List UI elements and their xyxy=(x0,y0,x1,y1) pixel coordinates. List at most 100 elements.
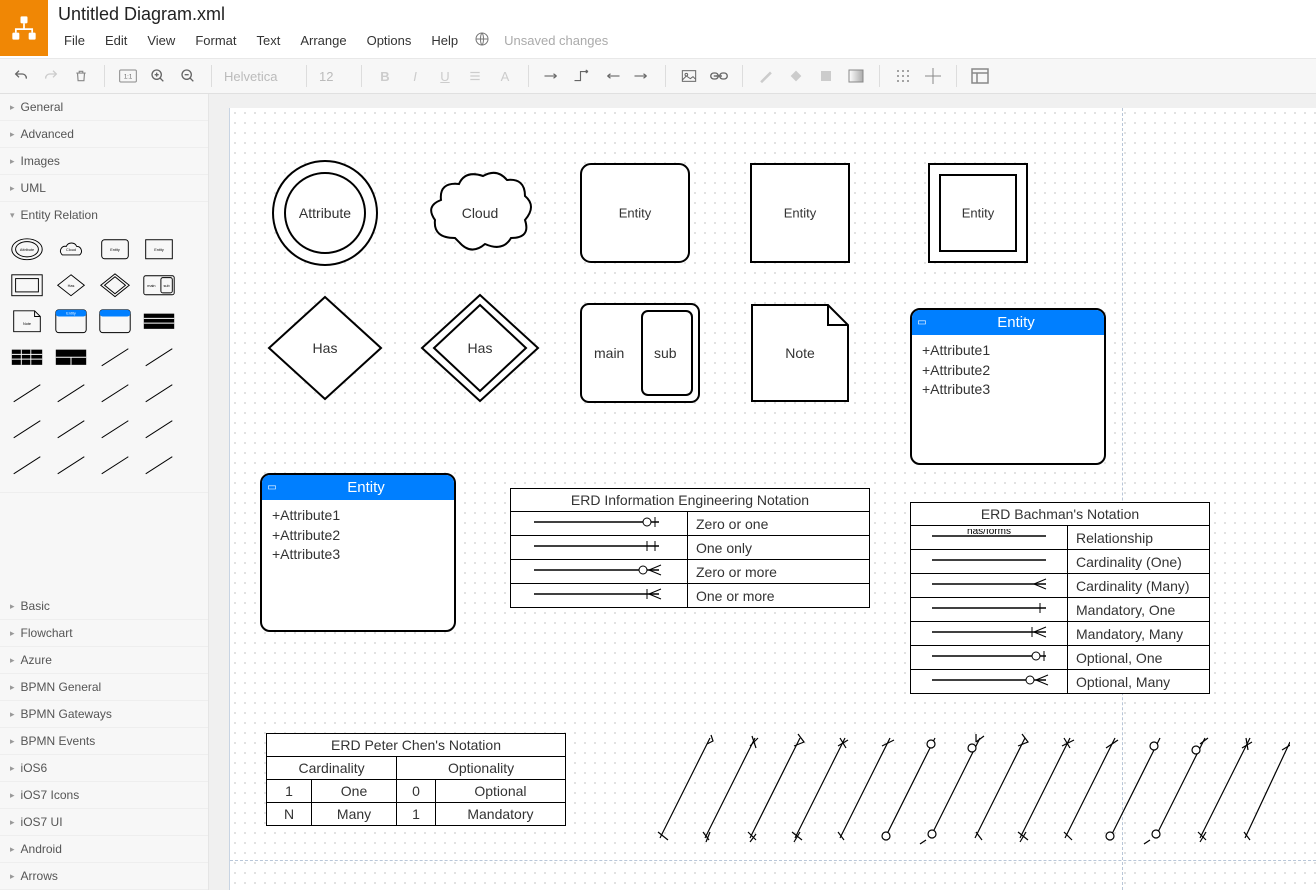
align-button[interactable] xyxy=(462,63,488,89)
palette-ios7-icons[interactable]: iOS7 Icons xyxy=(0,782,208,809)
canvas-area[interactable]: Attribute Cloud Entity Entity Entity xyxy=(215,94,1316,890)
thumb-black-halfgrid[interactable] xyxy=(50,340,92,374)
menu-file[interactable]: File xyxy=(54,29,95,52)
thumb-entity-rounded[interactable]: Entity xyxy=(94,232,136,266)
thumb-line-14[interactable] xyxy=(138,448,180,482)
underline-button[interactable]: U xyxy=(432,63,458,89)
shape-entity-table-1[interactable]: ▭Entity +Attribute1 +Attribute2 +Attribu… xyxy=(910,308,1106,465)
palette-azure[interactable]: Azure xyxy=(0,647,208,674)
arrow-start-button[interactable] xyxy=(599,63,625,89)
thumb-attribute[interactable]: Attribute xyxy=(6,232,48,266)
shape-has-double-diamond[interactable]: Has xyxy=(420,293,540,403)
palette-basic[interactable]: Basic xyxy=(0,593,208,620)
thumb-black-table[interactable] xyxy=(138,304,180,338)
shape-connector-lines[interactable] xyxy=(650,728,1290,848)
palette-ios6[interactable]: iOS6 xyxy=(0,755,208,782)
thumb-entity-double[interactable] xyxy=(6,268,48,302)
thumb-line-13[interactable] xyxy=(94,448,136,482)
palette-bpmn-general[interactable]: BPMN General xyxy=(0,674,208,701)
palette-general[interactable]: General xyxy=(0,94,208,121)
line-color-button[interactable] xyxy=(753,63,779,89)
menu-edit[interactable]: Edit xyxy=(95,29,137,52)
app-logo[interactable] xyxy=(0,0,48,56)
palette-images[interactable]: Images xyxy=(0,148,208,175)
shape-erd-chen-notation[interactable]: ERD Peter Chen's Notation CardinalityOpt… xyxy=(266,733,566,826)
thumb-line-8[interactable] xyxy=(50,412,92,446)
palette-arrows[interactable]: Arrows xyxy=(0,863,208,890)
thumb-line-3[interactable] xyxy=(6,376,48,410)
thumb-entity-table-blue2[interactable] xyxy=(94,304,136,338)
delete-button[interactable] xyxy=(68,63,94,89)
thumb-has-double-diamond[interactable] xyxy=(94,268,136,302)
zoom-out-button[interactable] xyxy=(175,63,201,89)
zoom-in-button[interactable] xyxy=(145,63,171,89)
shape-has-diamond[interactable]: Has xyxy=(265,293,385,403)
palette-android[interactable]: Android xyxy=(0,836,208,863)
attr-row[interactable]: +Attribute3 xyxy=(272,545,444,565)
shape-entity-rect[interactable]: Entity xyxy=(750,163,850,263)
guides-button[interactable] xyxy=(920,63,946,89)
menu-view[interactable]: View xyxy=(137,29,185,52)
shape-main-sub[interactable]: main sub xyxy=(580,303,700,403)
thumb-main-sub[interactable]: mainsub xyxy=(138,268,180,302)
insert-image-button[interactable] xyxy=(676,63,702,89)
palette-advanced[interactable]: Advanced xyxy=(0,121,208,148)
thumb-has-diamond[interactable]: Has xyxy=(50,268,92,302)
thumb-line-12[interactable] xyxy=(50,448,92,482)
thumb-line-4[interactable] xyxy=(50,376,92,410)
thumb-line-10[interactable] xyxy=(138,412,180,446)
menu-help[interactable]: Help xyxy=(421,29,468,52)
waypoint-button[interactable] xyxy=(569,63,595,89)
shape-entity-table-2[interactable]: ▭Entity +Attribute1 +Attribute2 +Attribu… xyxy=(260,473,456,632)
palette-entity-relation[interactable]: Entity Relation Attribute Cloud Entity E… xyxy=(0,202,208,493)
palette-flowchart[interactable]: Flowchart xyxy=(0,620,208,647)
gradient-button[interactable] xyxy=(843,63,869,89)
shadow-button[interactable] xyxy=(813,63,839,89)
arrow-end-button[interactable] xyxy=(629,63,655,89)
undo-button[interactable] xyxy=(8,63,34,89)
thumb-entity-rect[interactable]: Entity xyxy=(138,232,180,266)
shape-entity-rounded[interactable]: Entity xyxy=(580,163,690,263)
font-color-button[interactable]: A xyxy=(492,63,518,89)
grid-dots-button[interactable] xyxy=(890,63,916,89)
thumb-line-11[interactable] xyxy=(6,448,48,482)
attr-row[interactable]: +Attribute2 xyxy=(272,526,444,546)
shape-erd-info-notation[interactable]: ERD Information Engineering Notation Zer… xyxy=(510,488,870,608)
thumb-cloud[interactable]: Cloud xyxy=(50,232,92,266)
attr-row[interactable]: +Attribute2 xyxy=(922,361,1094,381)
italic-button[interactable]: I xyxy=(402,63,428,89)
menu-format[interactable]: Format xyxy=(185,29,246,52)
shape-attribute[interactable]: Attribute xyxy=(270,158,380,268)
menu-arrange[interactable]: Arrange xyxy=(290,29,356,52)
attr-row[interactable]: +Attribute1 xyxy=(922,341,1094,361)
bold-button[interactable]: B xyxy=(372,63,398,89)
insert-link-button[interactable] xyxy=(706,63,732,89)
menu-options[interactable]: Options xyxy=(357,29,422,52)
redo-button[interactable] xyxy=(38,63,64,89)
thumb-entity-table-blue[interactable]: Entity xyxy=(50,304,92,338)
thumb-line-9[interactable] xyxy=(94,412,136,446)
thumb-line-7[interactable] xyxy=(6,412,48,446)
document-title[interactable]: Untitled Diagram.xml xyxy=(48,0,1316,27)
collapse-icon[interactable]: ▭ xyxy=(916,317,928,328)
connection-straight-button[interactable] xyxy=(539,63,565,89)
shape-cloud[interactable]: Cloud xyxy=(425,168,535,258)
thumb-note[interactable]: Note xyxy=(6,304,48,338)
collapse-icon[interactable]: ▭ xyxy=(266,482,278,493)
shape-note[interactable]: Note xyxy=(750,303,850,403)
thumb-line-2[interactable] xyxy=(138,340,180,374)
palette-uml[interactable]: UML xyxy=(0,175,208,202)
menu-text[interactable]: Text xyxy=(246,29,290,52)
shape-erd-bachman-notation[interactable]: ERD Bachman's Notation has/formsRelation… xyxy=(910,502,1210,694)
palette-bpmn-gateways[interactable]: BPMN Gateways xyxy=(0,701,208,728)
thumb-line-1[interactable] xyxy=(94,340,136,374)
font-size-input[interactable] xyxy=(317,68,351,85)
attr-row[interactable]: +Attribute1 xyxy=(272,506,444,526)
language-icon[interactable] xyxy=(474,31,490,50)
shape-entity-double[interactable]: Entity xyxy=(928,163,1028,263)
thumb-line-5[interactable] xyxy=(94,376,136,410)
thumb-line-6[interactable] xyxy=(138,376,180,410)
zoom-reset-button[interactable]: 1:1 xyxy=(115,63,141,89)
outline-panel-button[interactable] xyxy=(967,63,993,89)
fill-color-button[interactable] xyxy=(783,63,809,89)
